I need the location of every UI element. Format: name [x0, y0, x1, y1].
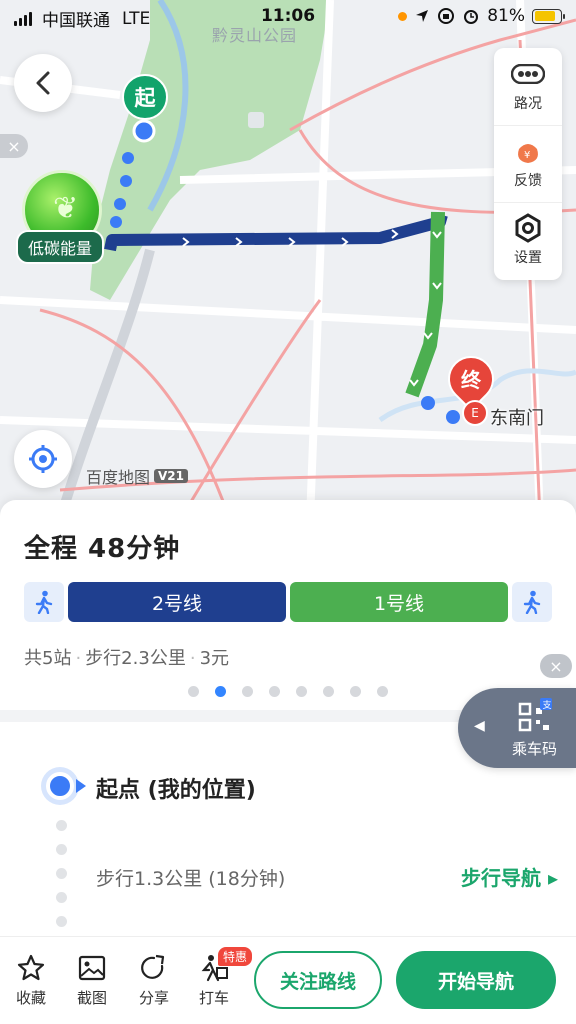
image-icon: [78, 955, 106, 981]
status-right: 81%: [398, 6, 565, 26]
battery-fill: [534, 11, 555, 21]
pager-dot[interactable]: [188, 686, 199, 697]
walk-distance: 步行2.3公里: [85, 648, 186, 669]
chevron-left-icon: [36, 71, 50, 95]
location-arrow-icon: [416, 10, 429, 22]
walk-segment-start: [24, 582, 64, 622]
recording-dot-icon: [398, 11, 408, 21]
walking-icon: [35, 590, 53, 614]
station-count: 共5站: [24, 648, 72, 669]
pager-dot[interactable]: [296, 686, 307, 697]
start-marker[interactable]: 起: [122, 74, 168, 120]
settings-icon: [515, 213, 541, 243]
favorite-button[interactable]: 收藏: [3, 953, 59, 1008]
brand-name: 百度地图: [86, 468, 151, 487]
start-point-icon: [46, 772, 74, 800]
ride-code-panel[interactable]: ◀ 支 乘车码: [458, 688, 576, 768]
star-icon: [17, 954, 45, 981]
brand-version: V21: [154, 469, 189, 483]
ride-code-close-button[interactable]: ×: [540, 654, 572, 678]
sprout-icon: ❦: [53, 191, 79, 226]
share-label: 分享: [138, 989, 169, 1007]
exit-marker: E: [462, 400, 488, 426]
settings-label: 设置: [514, 250, 542, 266]
pager-dot[interactable]: [350, 686, 361, 697]
settings-button[interactable]: 设置: [494, 202, 562, 279]
battery-icon: [532, 8, 565, 24]
pager-dot[interactable]: [323, 686, 334, 697]
route-segments[interactable]: 2号线 1号线: [24, 582, 552, 622]
walk-segment-end: [512, 582, 552, 622]
favorite-label: 收藏: [15, 989, 46, 1007]
walk-step-label: 步行1.3公里 (18分钟): [96, 868, 286, 890]
rotation-lock-icon: [438, 8, 455, 24]
locate-icon: [29, 445, 57, 473]
pager-dot[interactable]: [269, 686, 280, 697]
svg-text:支: 支: [543, 699, 552, 711]
share-icon: [141, 954, 165, 979]
start-point-label: 起点 (我的位置): [96, 778, 256, 803]
line-2-segment[interactable]: 2号线: [68, 582, 286, 622]
collapse-caret-icon[interactable]: ◀: [474, 718, 485, 734]
pager-dot[interactable]: [377, 686, 388, 697]
walking-icon: [523, 590, 541, 614]
pager-dot-active[interactable]: [215, 686, 226, 697]
line-1-segment[interactable]: 1号线: [290, 582, 508, 622]
taxi-label: 打车: [198, 989, 229, 1007]
share-button[interactable]: 分享: [126, 953, 182, 1008]
start-direction-icon: [76, 779, 86, 793]
ride-code-label: 乘车码: [512, 740, 558, 758]
close-energy-button[interactable]: ×: [0, 134, 28, 158]
route-summary: 共5站 · 步行2.3公里 · 3元: [24, 648, 230, 669]
back-button[interactable]: [14, 54, 72, 112]
walk-navigation-link[interactable]: 步行导航 ▸: [461, 862, 558, 891]
map-brand: 百度地图 V21: [86, 464, 189, 488]
traffic-icon: [511, 63, 545, 84]
start-navigation-button[interactable]: 开始导航: [396, 951, 556, 1009]
low-carbon-energy-label[interactable]: 低碳能量: [16, 230, 105, 264]
screenshot-label: 截图: [76, 989, 107, 1007]
alarm-icon: [464, 10, 479, 24]
status-bar: 中国联通 LTE 11:06 81%: [0, 0, 576, 34]
screen: 中国联通 LTE 11:06 81% 黔灵山公园 × 起 ❦ 低碳能量 路况 ¥…: [0, 0, 576, 1024]
destination-label: 东南门: [490, 408, 544, 429]
route-duration-title: 全程 48分钟: [24, 534, 181, 564]
walk-dots: [56, 820, 67, 927]
route-map[interactable]: 中国联通 LTE 11:06 81% 黔灵山公园 × 起 ❦ 低碳能量 路况 ¥…: [0, 0, 576, 520]
locate-button[interactable]: [14, 430, 72, 488]
traffic-label: 路况: [514, 95, 542, 112]
traffic-button[interactable]: 路况: [494, 48, 562, 125]
feedback-label: 反馈: [514, 173, 542, 189]
qr-code-icon: 支: [518, 698, 552, 732]
discount-badge: 特惠: [218, 947, 253, 966]
end-marker-label: 终: [461, 368, 481, 392]
feedback-icon: ¥: [518, 144, 538, 163]
feedback-button[interactable]: ¥ 反馈: [494, 125, 562, 202]
map-controls: 路况 ¥ 反馈 设置: [494, 48, 562, 280]
screenshot-button[interactable]: 截图: [64, 953, 120, 1008]
svg-text:¥: ¥: [524, 150, 530, 161]
pager-dot[interactable]: [242, 686, 253, 697]
fare: 3元: [199, 648, 230, 669]
bottom-action-bar: 收藏 截图 分享 打车 特惠 关注路线 开始导航: [0, 936, 576, 1024]
follow-route-button[interactable]: 关注路线: [254, 951, 382, 1009]
battery-percent: 81%: [487, 6, 525, 26]
